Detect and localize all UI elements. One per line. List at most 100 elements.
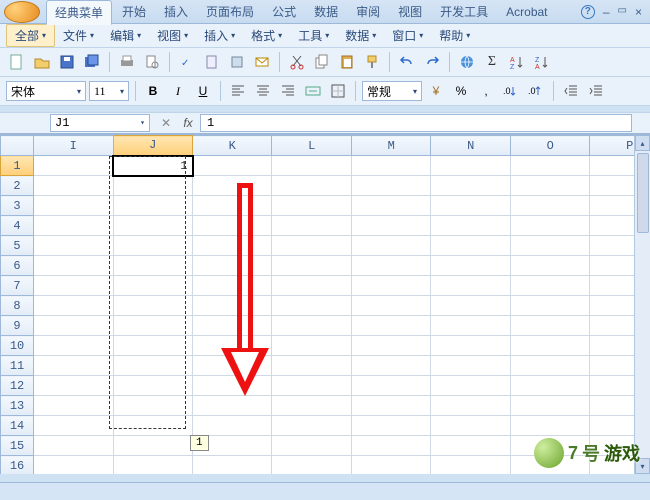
cell[interactable]	[351, 416, 430, 436]
cell[interactable]	[431, 236, 510, 256]
cell[interactable]	[34, 196, 113, 216]
print-icon[interactable]	[116, 51, 138, 73]
office-button[interactable]	[4, 1, 40, 23]
cell[interactable]	[510, 296, 589, 316]
cell[interactable]	[431, 196, 510, 216]
cell[interactable]	[272, 256, 351, 276]
cell[interactable]	[34, 316, 113, 336]
cell[interactable]	[510, 336, 589, 356]
spellcheck-icon[interactable]: ✓	[176, 51, 198, 73]
row-header[interactable]: 10	[1, 336, 34, 356]
tab-formulas[interactable]: 公式	[264, 0, 304, 23]
menu-tools[interactable]: 工具▾	[290, 25, 337, 46]
menu-insert[interactable]: 插入▾	[196, 25, 243, 46]
cell[interactable]	[351, 216, 430, 236]
menu-all[interactable]: 全部▾	[6, 24, 55, 47]
cell[interactable]	[34, 236, 113, 256]
cell[interactable]	[510, 416, 589, 436]
cell[interactable]	[351, 316, 430, 336]
cell[interactable]	[351, 156, 430, 176]
col-header[interactable]: M	[351, 136, 430, 156]
tab-insert[interactable]: 插入	[156, 0, 196, 23]
cell[interactable]	[510, 256, 589, 276]
cell[interactable]	[351, 176, 430, 196]
cell[interactable]	[34, 456, 113, 475]
percent-icon[interactable]: %	[450, 80, 472, 102]
row-header[interactable]: 12	[1, 376, 34, 396]
cell[interactable]	[193, 296, 272, 316]
row-header[interactable]: 11	[1, 356, 34, 376]
cell[interactable]	[34, 416, 113, 436]
cell[interactable]	[272, 276, 351, 296]
align-right-icon[interactable]	[277, 80, 299, 102]
cell[interactable]	[272, 376, 351, 396]
close-icon[interactable]: ×	[635, 5, 642, 19]
col-header[interactable]: L	[272, 136, 351, 156]
cell[interactable]	[113, 276, 192, 296]
cell[interactable]	[272, 296, 351, 316]
row-header[interactable]: 2	[1, 176, 34, 196]
cell[interactable]	[193, 256, 272, 276]
cell[interactable]	[113, 176, 192, 196]
col-header[interactable]: K	[193, 136, 272, 156]
row-header[interactable]: 14	[1, 416, 34, 436]
save-all-icon[interactable]	[81, 51, 103, 73]
name-box[interactable]: J1 ▾	[50, 114, 150, 132]
row-header[interactable]: 6	[1, 256, 34, 276]
cell[interactable]	[351, 336, 430, 356]
cell[interactable]	[431, 396, 510, 416]
borders-icon[interactable]	[327, 80, 349, 102]
tab-view[interactable]: 视图	[390, 0, 430, 23]
cell[interactable]	[431, 456, 510, 475]
cell[interactable]	[431, 216, 510, 236]
menu-format[interactable]: 格式▾	[243, 25, 290, 46]
cell[interactable]	[34, 356, 113, 376]
cell[interactable]	[272, 356, 351, 376]
cell[interactable]	[351, 456, 430, 475]
cell[interactable]	[431, 156, 510, 176]
cell[interactable]	[193, 216, 272, 236]
cell[interactable]	[431, 336, 510, 356]
paste-icon[interactable]	[336, 51, 358, 73]
print-preview-icon[interactable]	[141, 51, 163, 73]
cell[interactable]	[431, 416, 510, 436]
cell[interactable]	[193, 356, 272, 376]
col-header-active[interactable]: J	[113, 136, 192, 156]
align-center-icon[interactable]	[252, 80, 274, 102]
cell[interactable]	[431, 296, 510, 316]
cell[interactable]	[431, 276, 510, 296]
cell[interactable]	[431, 356, 510, 376]
cell[interactable]	[34, 276, 113, 296]
cut-icon[interactable]	[286, 51, 308, 73]
cell[interactable]	[431, 316, 510, 336]
cell[interactable]	[272, 336, 351, 356]
cell[interactable]	[351, 296, 430, 316]
spreadsheet-grid[interactable]: I J K L M N O P 112345678910111213141516…	[0, 134, 650, 474]
cell[interactable]	[193, 376, 272, 396]
cell[interactable]	[272, 176, 351, 196]
row-header[interactable]: 4	[1, 216, 34, 236]
cell[interactable]	[431, 436, 510, 456]
tab-developer[interactable]: 开发工具	[432, 0, 496, 23]
tab-review[interactable]: 审阅	[348, 0, 388, 23]
cell[interactable]	[351, 196, 430, 216]
increase-decimal-icon[interactable]: .0	[500, 80, 522, 102]
cell[interactable]	[193, 416, 272, 436]
cell[interactable]	[193, 396, 272, 416]
cell[interactable]	[510, 276, 589, 296]
cell[interactable]	[351, 396, 430, 416]
row-header[interactable]: 3	[1, 196, 34, 216]
col-header[interactable]: I	[34, 136, 113, 156]
cell[interactable]	[272, 456, 351, 475]
cell[interactable]	[34, 296, 113, 316]
copy-icon[interactable]	[311, 51, 333, 73]
cell[interactable]	[193, 236, 272, 256]
tab-home[interactable]: 开始	[114, 0, 154, 23]
cell[interactable]	[510, 236, 589, 256]
cell[interactable]	[510, 196, 589, 216]
cell[interactable]	[193, 176, 272, 196]
research-icon[interactable]	[201, 51, 223, 73]
menu-data[interactable]: 数据▾	[337, 25, 384, 46]
format-painter-icon[interactable]	[361, 51, 383, 73]
help-icon[interactable]: ?	[581, 5, 595, 19]
